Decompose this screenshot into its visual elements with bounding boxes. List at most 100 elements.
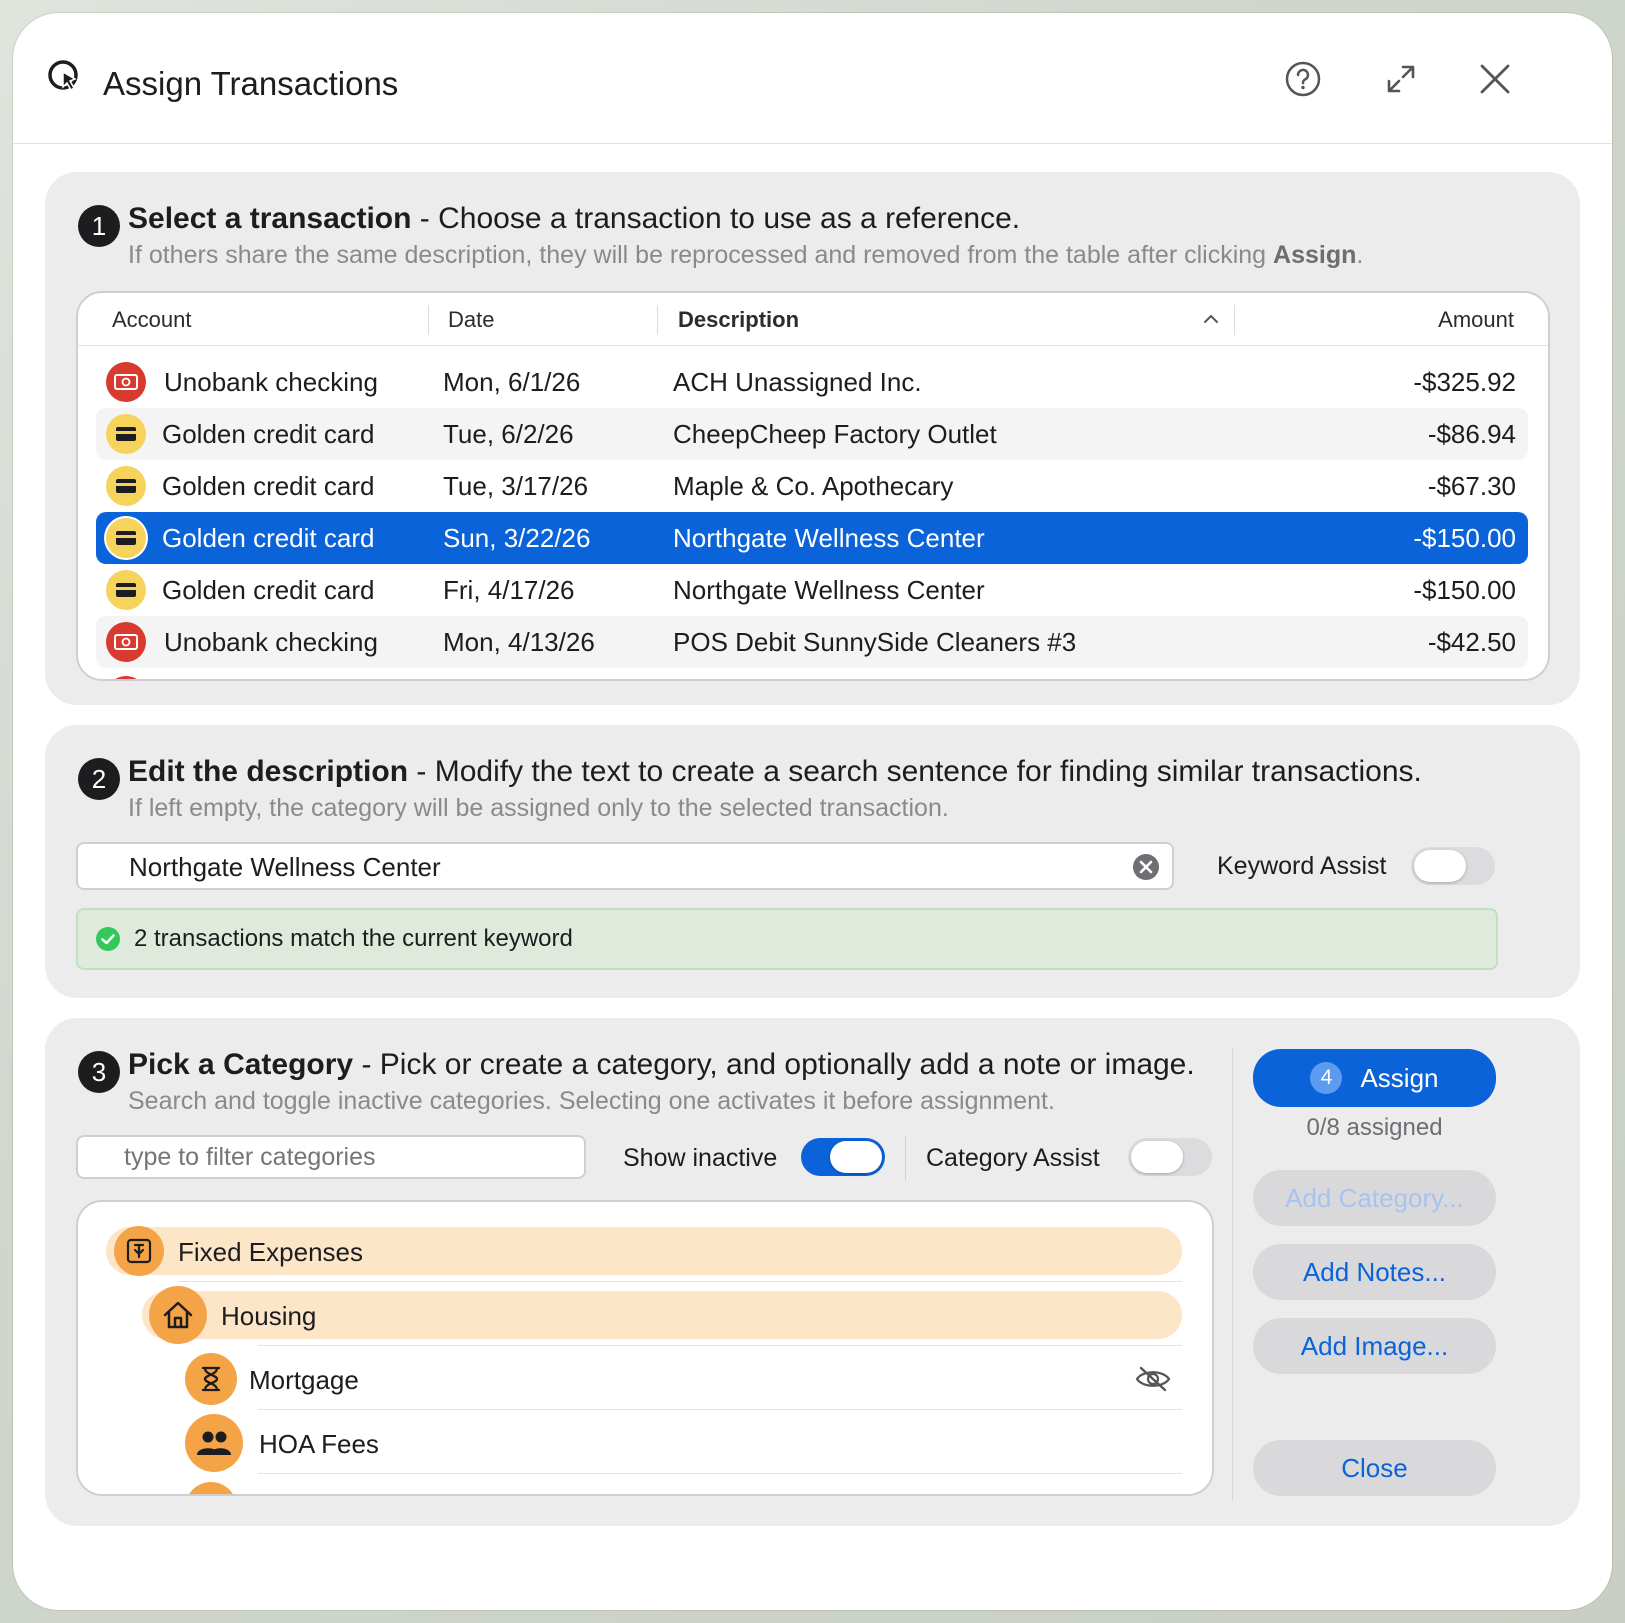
table-row[interactable]: Golden credit card Fri, 4/17/26 Northgate … [96,564,1528,616]
date-cell: Tue, 3/17/26 [443,471,589,501]
chevron-up-icon[interactable] [1203,313,1219,325]
account-cell: Golden credit card [162,575,375,605]
assign-button[interactable]: 4 Assign [1253,1049,1496,1107]
description-input[interactable]: Northgate Wellness Center [76,842,1174,890]
table-row[interactable]: Unobank checking Mon, 4/13/26 POS Debit Su… [96,616,1528,668]
step1-title: Select a transaction [128,202,412,235]
step3-hint: Search and toggle inactive categories. S… [128,1087,1055,1115]
assigned-count: 0/8 assigned [1306,1114,1443,1141]
date-cell: Mon, 6/1/26 [443,367,581,397]
category-label: Housing [221,1301,317,1331]
step1-card: 1 Select a transaction - Choose a transa… [45,172,1580,705]
step1-dash: - [411,202,439,235]
step2-title: Edit the description [128,755,409,788]
date-cell: Tue, 6/2/26 [443,419,574,449]
step2-hint: If left empty, the category will be assi… [128,794,949,822]
step3-title: Pick a Category [128,1048,354,1081]
column-account[interactable]: Account [112,307,192,333]
separator [178,1281,1182,1282]
step2-number: 2 [78,758,120,800]
date-cell: Sun, 3/22/26 [443,523,591,553]
separator [258,1473,1182,1474]
step2-card: 2 Edit the description - Modify the text… [45,725,1580,998]
separator [258,1409,1182,1410]
divider [905,1136,906,1180]
assign-transactions-window: Assign Transactions 1 Select a transacti… [13,13,1612,1610]
keyword-assist-label: Keyword Assist [1217,852,1387,880]
description-input-value: Northgate Wellness Center [129,852,441,882]
toggle-knob [1131,1141,1183,1173]
close-button[interactable]: Close [1253,1440,1496,1496]
table-row[interactable]: Golden credit card Tue, 6/2/26 CheepCheep … [96,408,1528,460]
amount-cell: -$67.30 [1427,471,1516,501]
title-bar: Assign Transactions [13,13,1612,144]
description-cell: Northgate Wellness Center [673,523,985,553]
category-row-fixed-expenses[interactable]: Fixed Expenses [106,1226,1182,1276]
account-cell: Unobank checking [164,367,378,397]
table-header: Account Date Description Amount [78,293,1548,346]
sidebar-divider [1232,1048,1233,1500]
separator [258,1345,1182,1346]
column-amount[interactable]: Amount [1438,307,1514,333]
step3-dash: - [353,1048,380,1081]
step3-subtitle: Pick or create a category, and optionall… [379,1048,1195,1081]
bank-icon [106,622,146,662]
account-cell: Unobank checking [164,627,378,657]
description-cell: CheepCheep Factory Outlet [673,419,997,449]
column-description[interactable]: Description [678,307,799,333]
bank-icon [106,676,146,679]
credit-card-icon [106,518,146,558]
add-image-button[interactable]: Add Image... [1253,1318,1496,1374]
clear-circle-icon[interactable] [1132,853,1160,881]
step1-number: 1 [78,205,120,247]
step1-hint-suffix: . [1356,241,1364,269]
account-cell: Golden credit card [162,523,375,553]
date-cell: Fri, 4/17/26 [443,575,575,605]
window-title: Assign Transactions [103,65,399,102]
hourglass-icon [185,1353,237,1405]
date-cell: Mon, 4/13/26 [443,627,595,657]
expand-button[interactable] [1381,59,1421,99]
credit-card-icon [106,414,146,454]
eye-slash-icon[interactable] [1134,1365,1172,1393]
keyword-assist-toggle[interactable] [1411,847,1495,885]
step1-subtitle: Choose a transaction to use as a referen… [438,202,1021,235]
category-filter-input[interactable] [76,1135,586,1179]
account-cell: Golden credit card [162,471,375,501]
expand-arrows-icon [1387,65,1415,93]
description-cell: ACH Unassigned Inc. [673,367,922,397]
category-assist-toggle[interactable] [1128,1138,1212,1176]
amount-cell: -$150.00 [1413,575,1516,605]
amount-cell: -$86.94 [1427,419,1516,449]
pin-icon [114,1226,164,1276]
table-row[interactable]: Unobank checking Mon, 6/1/26 ACH Unassigne… [96,356,1528,408]
table-row[interactable]: Golden credit card Sun, 3/22/26 Northgate … [96,512,1528,564]
add-notes-button[interactable]: Add Notes... [1253,1244,1496,1300]
assign-badge: 4 [1310,1062,1343,1094]
column-separator [657,305,658,335]
description-cell: Northgate Wellness Center [673,575,985,605]
step2-dash: - [408,755,435,788]
check-circle-icon [96,927,120,951]
category-row-hoa-fees[interactable]: HOA Fees [185,1414,1182,1472]
help-button[interactable] [1283,59,1323,99]
step1-hint-bold: Assign [1273,241,1357,269]
amount-cell: -$325.92 [1413,367,1516,397]
column-date[interactable]: Date [448,307,494,333]
category-assist-label: Category Assist [926,1144,1100,1172]
close-window-button[interactable] [1475,59,1515,99]
add-category-button[interactable]: Add Category... [1253,1170,1496,1226]
step2-subtitle: Modify the text to create a search sente… [434,755,1422,788]
match-status-banner: 2 transactions match the current keyword [76,908,1498,970]
step1-hint: If others share the same description, th… [128,241,1363,270]
category-label: HOA Fees [259,1429,379,1459]
category-row-housing[interactable]: Housing [142,1286,1182,1344]
question-circle-icon [1285,61,1321,97]
table-row[interactable]: Golden credit card Tue, 3/17/26 Maple & Co… [96,460,1528,512]
category-row-mortgage[interactable]: Mortgage [185,1353,1182,1405]
toggle-knob [830,1141,882,1173]
show-inactive-toggle[interactable] [801,1138,885,1176]
step3-heading: Pick a Category - Pick or create a categ… [128,1048,1195,1082]
amount-cell: -$42.50 [1427,627,1516,657]
category-list: Fixed Expenses Housing Mortgage HOA Fees [76,1200,1214,1496]
